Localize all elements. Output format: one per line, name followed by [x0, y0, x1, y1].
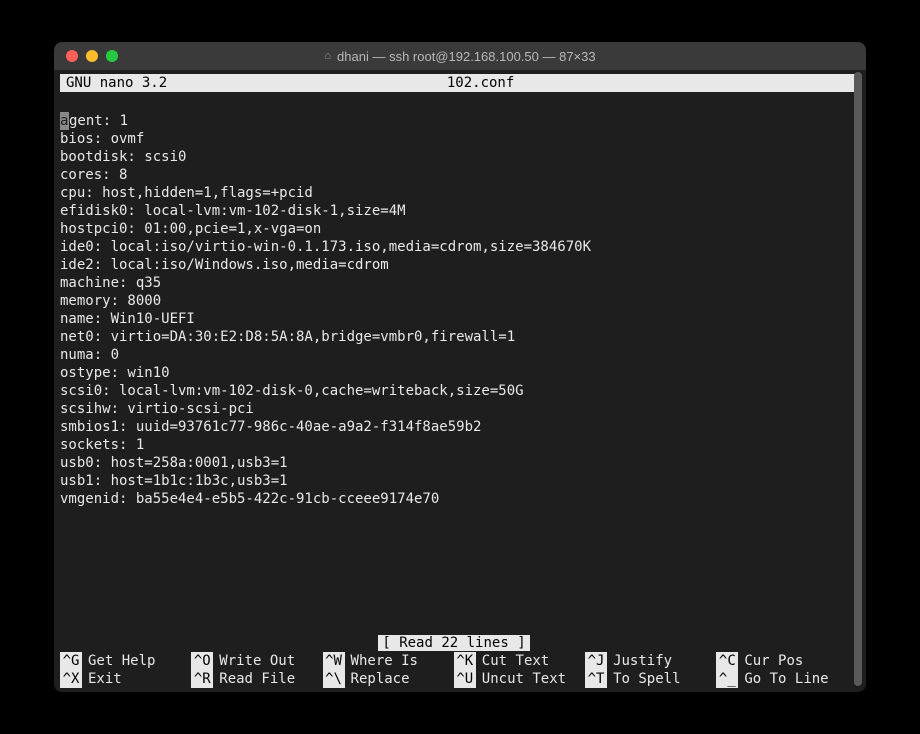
titlebar[interactable]: ⌂ dhani — ssh root@192.168.100.50 — 87×3… — [54, 42, 866, 70]
scrollbar[interactable] — [850, 72, 864, 686]
shortcut-label: Get Help — [88, 652, 155, 670]
shortcut-key: ^J — [585, 652, 607, 670]
shortcut-label: Cut Text — [482, 652, 549, 670]
shortcut-key: ^T — [585, 670, 607, 688]
title-text: dhani — ssh root@192.168.100.50 — 87×33 — [337, 49, 596, 64]
shortcut-item[interactable]: ^W Where Is — [323, 652, 454, 670]
shortcut-label: Go To Line — [744, 670, 828, 688]
shortcut-label: Read File — [219, 670, 295, 688]
shortcut-item[interactable]: ^X Exit — [60, 670, 191, 688]
status-message: [ Read 22 lines ] — [378, 635, 529, 651]
minimize-icon[interactable] — [86, 50, 98, 62]
traffic-lights — [66, 50, 118, 62]
shortcut-row: ^G Get Help ^O Write Out ^W Where Is ^K Cut Tex… — [60, 652, 848, 670]
nano-app-name: GNU nano 3.2 — [66, 74, 167, 92]
content-text: gent: 1 bios: ovmf bootdisk: scsi0 cores… — [60, 113, 591, 507]
shortcut-item[interactable]: ^O Write Out — [191, 652, 322, 670]
shortcut-key: ^G — [60, 652, 82, 670]
file-content[interactable]: agent: 1 bios: ovmf bootdisk: scsi0 core… — [60, 94, 860, 508]
cursor: a — [60, 112, 69, 130]
shortcut-key: ^O — [191, 652, 213, 670]
shortcut-key: ^\ — [323, 670, 345, 688]
shortcut-label: Write Out — [219, 652, 295, 670]
status-line: [ Read 22 lines ] — [60, 634, 848, 652]
shortcut-bar: ^G Get Help ^O Write Out ^W Where Is ^K Cut Tex… — [60, 652, 848, 688]
shortcut-key: ^C — [716, 652, 738, 670]
shortcut-item[interactable]: ^\ Replace — [323, 670, 454, 688]
nano-filename: 102.conf — [167, 74, 794, 92]
nano-footer: [ Read 22 lines ] ^GGet Help^OWrite Out^… — [60, 628, 848, 688]
shortcut-item[interactable]: ^C Cur Pos — [716, 652, 847, 670]
terminal-body[interactable]: GNU nano 3.2 102.conf agent: 1 bios: ovm… — [54, 70, 866, 692]
close-icon[interactable] — [66, 50, 78, 62]
shortcut-key: ^W — [323, 652, 345, 670]
shortcut-item[interactable]: ^K Cut Text — [454, 652, 585, 670]
shortcut-item[interactable]: ^G Get Help — [60, 652, 191, 670]
shortcut-item[interactable]: ^R Read File — [191, 670, 322, 688]
shortcut-key: ^R — [191, 670, 213, 688]
shortcut-item[interactable]: ^J Justify — [585, 652, 716, 670]
shortcut-label: Justify — [613, 652, 672, 670]
maximize-icon[interactable] — [106, 50, 118, 62]
nano-modified-indicator — [794, 74, 854, 92]
shortcut-label: Where Is — [351, 652, 418, 670]
shortcut-key: ^_ — [716, 670, 738, 688]
window-title: ⌂ dhani — ssh root@192.168.100.50 — 87×3… — [324, 49, 595, 64]
shortcut-row: ^X Exit ^R Read File ^\ Replace ^U Uncut Text ^T… — [60, 670, 848, 688]
shortcut-item[interactable]: ^U Uncut Text — [454, 670, 585, 688]
shortcut-key: ^X — [60, 670, 82, 688]
nano-header: GNU nano 3.2 102.conf — [60, 74, 860, 92]
shortcut-label: To Spell — [613, 670, 680, 688]
shortcut-item[interactable]: ^_ Go To Line — [716, 670, 847, 688]
shortcut-label: Cur Pos — [744, 652, 803, 670]
shortcut-key: ^K — [454, 652, 476, 670]
home-icon: ⌂ — [324, 50, 331, 62]
shortcut-key: ^U — [454, 670, 476, 688]
shortcut-label: Uncut Text — [482, 670, 566, 688]
shortcut-item[interactable]: ^T To Spell — [585, 670, 716, 688]
shortcut-label: Replace — [351, 670, 410, 688]
shortcut-label: Exit — [88, 670, 122, 688]
scrollbar-thumb[interactable] — [854, 72, 862, 686]
terminal-window: ⌂ dhani — ssh root@192.168.100.50 — 87×3… — [54, 42, 866, 692]
